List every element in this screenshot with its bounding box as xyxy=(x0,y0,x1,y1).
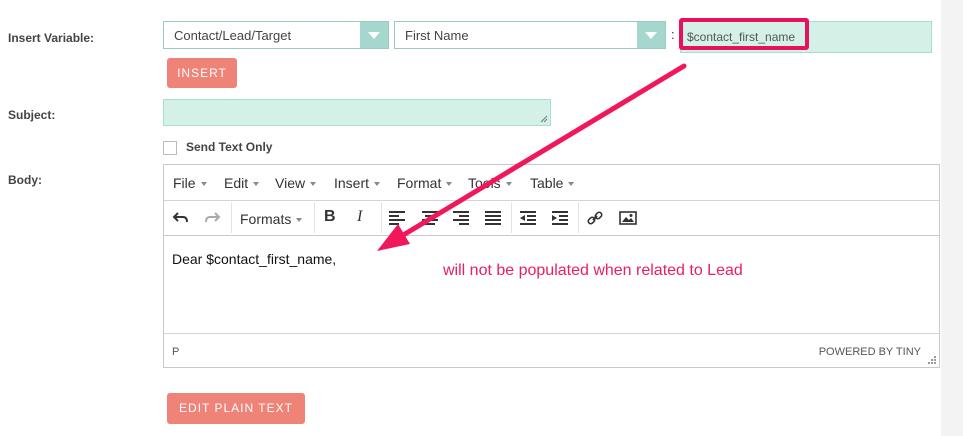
menu-format[interactable]: Format xyxy=(397,175,453,191)
editor-statusbar: P POWERED BY TINY xyxy=(164,333,939,367)
menu-insert[interactable]: Insert xyxy=(334,175,381,191)
insert-button[interactable]: INSERT xyxy=(167,58,237,88)
annotation-text: will not be populated when related to Le… xyxy=(443,262,743,279)
element-path[interactable]: P xyxy=(172,346,179,358)
outdent-icon[interactable] xyxy=(519,209,537,227)
bold-button[interactable]: B xyxy=(324,208,336,226)
powered-by-tiny[interactable]: POWERED BY TINY xyxy=(819,346,921,358)
formats-dropdown[interactable]: Formats xyxy=(240,211,303,227)
editor-toolbar: Formats B I xyxy=(164,200,939,236)
align-justify-icon[interactable] xyxy=(484,209,502,227)
edit-plain-text-button[interactable]: EDIT PLAIN TEXT xyxy=(167,393,305,424)
module-select[interactable]: Contact/Lead/Target xyxy=(163,21,389,49)
chevron-down-icon[interactable] xyxy=(360,22,388,48)
subject-input[interactable] xyxy=(163,99,551,126)
editor-content[interactable]: Dear $contact_first_name, xyxy=(172,251,336,267)
italic-button[interactable]: I xyxy=(357,208,362,226)
align-left-icon[interactable] xyxy=(388,209,406,227)
editor-menubar: File Edit View Insert Format Tools Table xyxy=(164,165,939,200)
menu-tools[interactable]: Tools xyxy=(468,175,512,191)
send-text-only-label: Send Text Only xyxy=(186,140,273,154)
highlight-box xyxy=(679,18,809,50)
indent-icon[interactable] xyxy=(551,209,569,227)
menu-view[interactable]: View xyxy=(275,175,317,191)
module-select-value: Contact/Lead/Target xyxy=(174,28,292,43)
link-icon[interactable] xyxy=(586,209,604,227)
align-right-icon[interactable] xyxy=(452,209,470,227)
undo-icon[interactable] xyxy=(172,209,190,227)
body-label: Body: xyxy=(8,173,42,187)
field-select-value: First Name xyxy=(405,28,469,43)
insert-variable-label: Insert Variable: xyxy=(8,31,95,45)
align-center-icon[interactable] xyxy=(421,209,439,227)
chevron-down-icon[interactable] xyxy=(637,22,665,48)
send-text-only-checkbox[interactable] xyxy=(163,141,177,155)
subject-label: Subject: xyxy=(8,108,56,122)
resize-handle-icon[interactable] xyxy=(928,356,937,365)
image-icon[interactable] xyxy=(619,209,637,227)
field-select[interactable]: First Name xyxy=(394,21,666,49)
menu-edit[interactable]: Edit xyxy=(224,175,260,191)
menu-table[interactable]: Table xyxy=(530,175,575,191)
menu-file[interactable]: File xyxy=(173,175,207,191)
resize-handle-icon[interactable] xyxy=(540,115,548,123)
redo-icon[interactable] xyxy=(203,209,221,227)
colon-separator: : xyxy=(671,27,675,42)
